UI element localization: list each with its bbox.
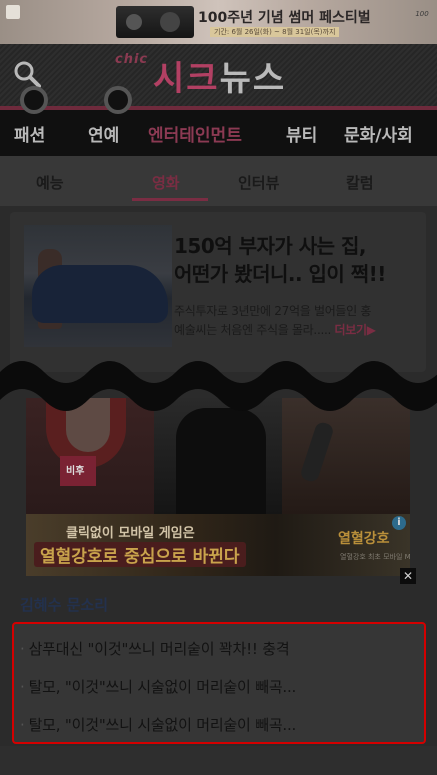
banner-period: 기간: 6월 26일(화) ~ 8월 31일(목)까지 xyxy=(210,27,340,37)
bullet-icon: · xyxy=(20,716,25,734)
article-desc-line2: 예술씨는 처음엔 주식을 몰라..... xyxy=(174,323,331,337)
wheel-shape xyxy=(20,86,48,114)
anniversary-badge: 100 xyxy=(415,10,429,18)
related-link[interactable]: · 탈모, "이것"쓰니 시술없이 머리숱이 빼곡... xyxy=(20,714,420,735)
main-nav: 패션 연예 엔터테인먼트 뷰티 문화/사회 xyxy=(0,110,437,156)
torn-page-overlay xyxy=(0,361,437,411)
ad-brand: 열혈강호 xyxy=(338,531,390,547)
brand-logo-icon xyxy=(6,5,20,19)
tab-column[interactable]: 칼럼 xyxy=(346,172,374,193)
car-image xyxy=(32,265,168,323)
sub-tabs: 예능 영화 인터뷰 칼럼 xyxy=(0,156,437,206)
logo-suffix-text: 뉴스 xyxy=(219,59,287,99)
article-thumbnail[interactable] xyxy=(24,225,172,347)
top-banner-ad[interactable]: 100주년 기념 썸머 페스티벌 기간: 6월 26일(화) ~ 8월 31일(… xyxy=(0,0,437,44)
article-title[interactable]: 150억 부자가 사는 집, 어떤가 봤더니.. 입이 쩍!! xyxy=(174,232,419,288)
ad-close-button[interactable]: ✕ xyxy=(400,568,416,584)
related-link-text: 탈모, "이것"쓰니 시술없이 머리숱이 빼곡... xyxy=(28,678,297,696)
related-link-text: 탈모, "이것"쓰니 시술없이 머리숱이 빼곡... xyxy=(28,716,297,734)
tab-movie[interactable]: 영화 xyxy=(152,172,180,193)
sign-text: 비후 xyxy=(66,466,85,477)
nav-item-fashion[interactable]: 패션 xyxy=(14,121,45,146)
ad-subtext: 열혈강호 최초 모바일 MMORPG xyxy=(340,553,410,561)
page-bottom xyxy=(0,746,437,775)
article-title-line2: 어떤가 봤더니.. 입이 쩍!! xyxy=(174,262,386,286)
bullet-icon: · xyxy=(20,640,25,658)
wheel-shape xyxy=(104,86,132,114)
nav-item-celebrity[interactable]: 연예 xyxy=(88,121,119,146)
logo-prefix: chic xyxy=(115,52,149,67)
banner-title: 100주년 기념 썸머 페스티벌 xyxy=(198,10,371,26)
related-link[interactable]: · 삼푸대신 "이것"쓰니 머리숱이 꽉차!! 충격 xyxy=(20,638,420,659)
active-tab-indicator xyxy=(132,198,208,201)
nav-item-culture-society[interactable]: 문화/사회 xyxy=(344,121,413,146)
site-header: chic 시크뉴스 xyxy=(0,44,437,106)
camera-product-image xyxy=(116,6,194,38)
search-icon[interactable] xyxy=(12,59,42,89)
related-links-box: · 삼푸대신 "이것"쓰니 머리숱이 꽉차!! 충격 · 탈모, "이것"쓰니 시술… xyxy=(12,622,426,744)
bullet-icon: · xyxy=(20,678,25,696)
photo-caption: 김혜수 문소리 xyxy=(20,596,109,614)
site-logo[interactable]: 시크뉴스 xyxy=(153,51,286,100)
logo-main-text: 시크 xyxy=(153,59,220,99)
tab-interview[interactable]: 인터뷰 xyxy=(238,172,279,193)
article-description: 주식투자로 3년만에 27억을 벌어들인 홍 예술씨는 처음엔 주식을 몰라..… xyxy=(174,302,419,340)
article-desc-line1: 주식투자로 3년만에 27억을 벌어들인 홍 xyxy=(174,304,372,318)
more-link[interactable]: 더보기▶ xyxy=(335,323,376,337)
nav-item-beauty[interactable]: 뷰티 xyxy=(286,121,317,146)
tab-variety[interactable]: 예능 xyxy=(36,172,64,193)
game-ad-banner[interactable]: 클릭없이 모바일 게임은 열혈강호로 중심으로 바뀐다 열혈강호 열혈강호 최초… xyxy=(26,514,410,576)
ad-subheadline: 열혈강호로 중심으로 바뀐다 xyxy=(34,542,246,567)
article-title-line1: 150억 부자가 사는 집, xyxy=(174,234,367,258)
nav-item-entertainment[interactable]: 엔터테인먼트 xyxy=(148,121,242,146)
related-link[interactable]: · 탈모, "이것"쓰니 시술없이 머리숱이 빼곡... xyxy=(20,676,420,697)
related-link-text: 삼푸대신 "이것"쓰니 머리숱이 꽉차!! 충격 xyxy=(28,640,290,658)
ad-info-icon[interactable]: i xyxy=(392,516,406,530)
ad-headline: 클릭없이 모바일 게임은 xyxy=(66,526,195,541)
